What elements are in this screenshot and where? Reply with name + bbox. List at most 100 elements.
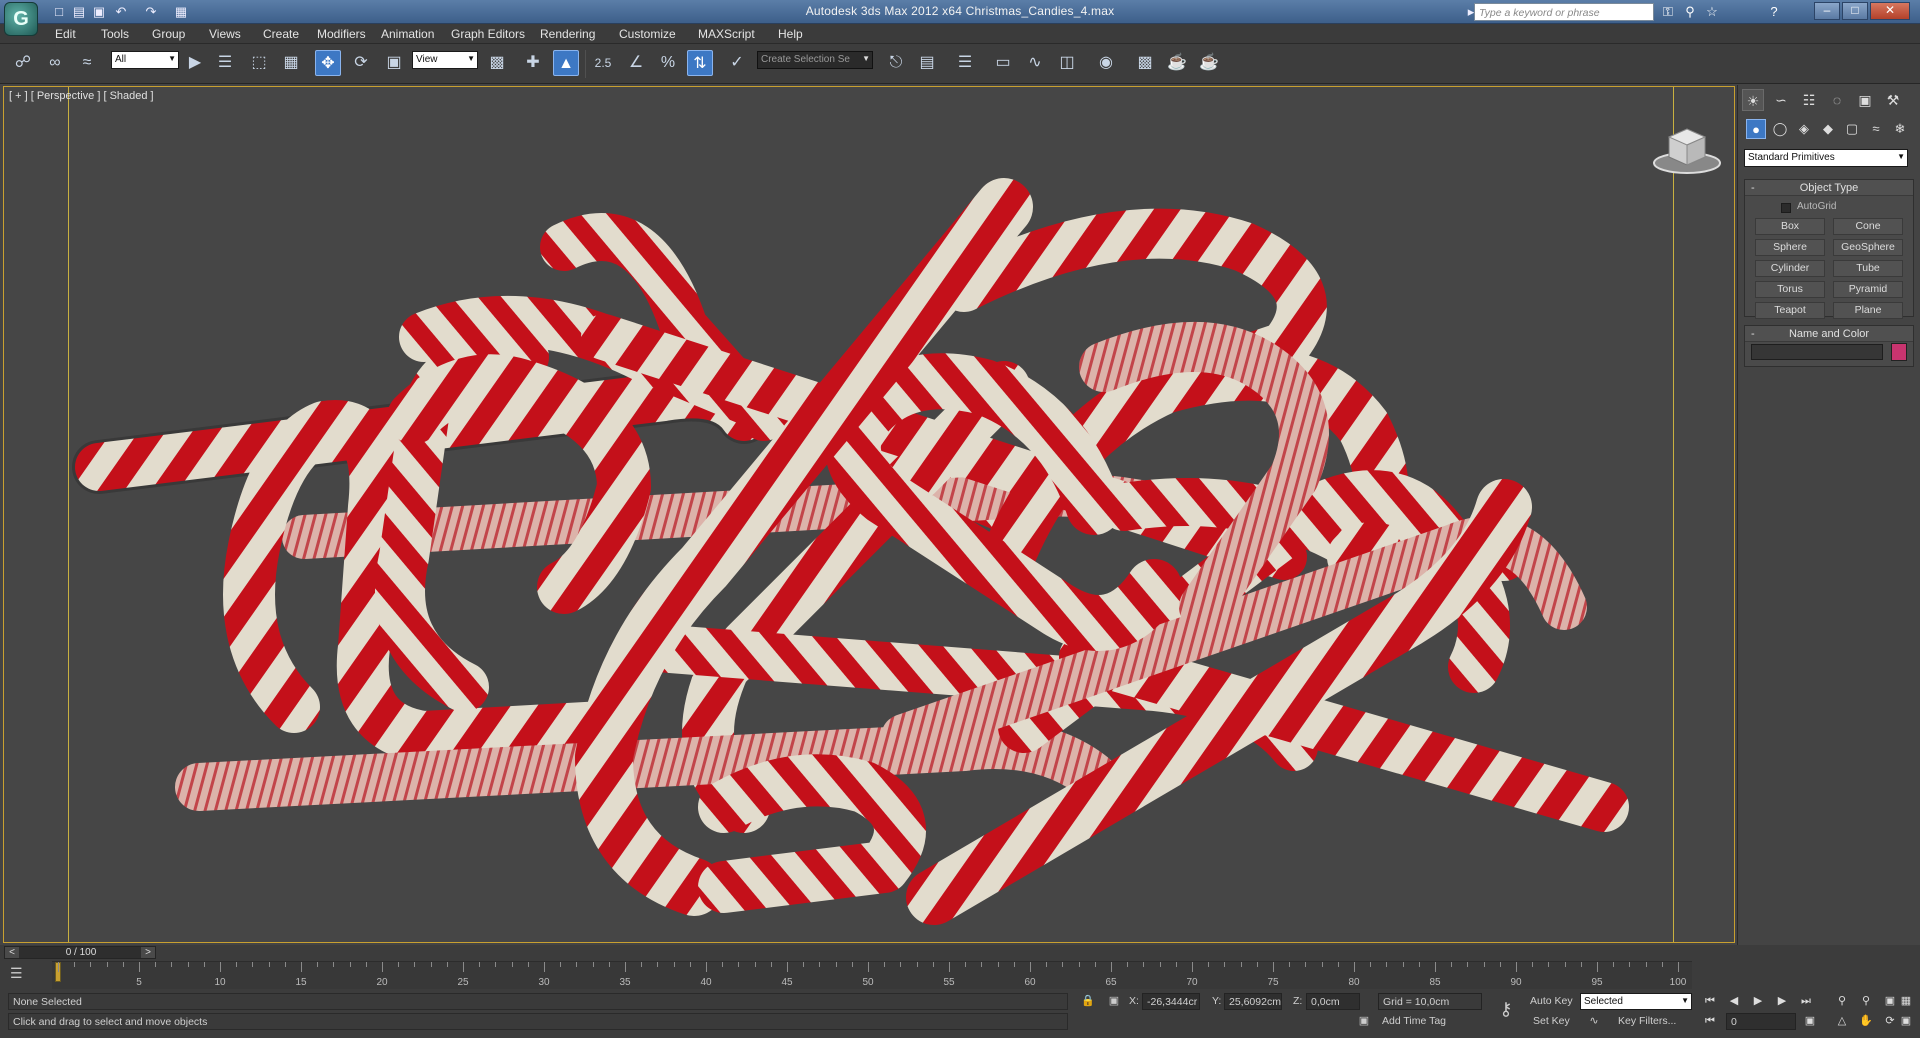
y-coordinate-field[interactable]: 25,6092cm [1224,993,1282,1010]
go-to-start-icon[interactable]: ⏮ [1700,993,1720,1010]
align-icon[interactable]: ▤ [914,50,940,76]
graphite-ribbon-icon[interactable]: ▭ [990,50,1016,76]
menu-customize[interactable]: Customize [619,27,676,41]
select-and-move-icon[interactable]: ✥ [315,50,341,76]
teapot-button[interactable]: Teapot [1755,302,1825,319]
viewport-label[interactable]: [ + ] [ Perspective ] [ Shaded ] [9,90,154,102]
shapes-icon[interactable]: ◯ [1770,119,1790,139]
box-button[interactable]: Box [1755,218,1825,235]
menu-edit[interactable]: Edit [55,27,76,41]
help-icon[interactable]: ? [1764,3,1784,21]
key-mode-dropdown[interactable]: Selected ▼ [1580,993,1692,1010]
edit-named-selection-icon[interactable]: ✓ [724,50,750,76]
set-key-icon[interactable]: ⚷ [1494,1000,1518,1018]
close-button[interactable]: ✕ [1870,2,1910,20]
object-color-swatch[interactable] [1891,343,1907,361]
menu-rendering[interactable]: Rendering [540,27,595,41]
time-slider-next-icon[interactable]: > [141,947,155,958]
geosphere-button[interactable]: GeoSphere [1833,239,1903,256]
unlink-icon[interactable]: ∞ [42,50,68,76]
angle-snap-icon[interactable]: ∠ [623,50,649,76]
percent-snap-icon[interactable]: % [655,50,681,76]
communication-center-icon[interactable]: ⚲ [1680,3,1700,21]
x-coordinate-field[interactable]: -26,3444cr [1142,993,1200,1010]
time-slider[interactable]: < 0 / 100 > [4,946,156,959]
object-type-header[interactable]: - Object Type [1745,180,1913,196]
modify-tab-icon[interactable]: ∽ [1770,89,1792,111]
menu-help[interactable]: Help [778,27,803,41]
rectangular-selection-icon[interactable]: ⬚ [246,50,272,76]
motion-tab-icon[interactable]: ◌ [1826,89,1848,111]
mini-curve-editor-icon[interactable]: ☰ [10,965,36,985]
layer-manager-icon[interactable]: ☰ [952,50,978,76]
search-input[interactable]: Type a keyword or phrase [1474,3,1654,21]
favorites-icon[interactable]: ☆ [1702,3,1722,21]
cameras-icon[interactable]: ◆ [1818,119,1838,139]
zoom-extents-all-icon[interactable]: ▦ [1896,993,1916,1010]
mirror-icon[interactable]: ⎋ [883,50,909,76]
app-logo[interactable]: G [4,2,38,36]
category-dropdown[interactable]: Standard Primitives ▼ [1744,149,1908,167]
play-icon[interactable]: ▶ [1748,993,1768,1010]
auto-key-button[interactable]: Auto Key [1530,995,1573,1007]
menu-create[interactable]: Create [263,27,299,41]
viewcube-icon[interactable] [1649,119,1725,179]
selection-filter-dropdown[interactable]: All ▼ [111,51,179,69]
lock-icon[interactable]: 🔒 [1080,993,1096,1009]
menu-graph-editors[interactable]: Graph Editors [451,27,525,41]
absolute-mode-icon[interactable]: ▣ [1106,993,1122,1009]
add-time-tag[interactable]: Add Time Tag [1382,1015,1446,1027]
menu-group[interactable]: Group [152,27,185,41]
window-crossing-icon[interactable]: ▦ [278,50,304,76]
select-by-name-icon[interactable]: ☰ [212,50,238,76]
pivot-center-icon[interactable]: ▩ [484,50,510,76]
autogrid-checkbox[interactable] [1781,203,1791,213]
pan-view-icon[interactable]: ✋ [1856,1013,1876,1030]
zoom-all-icon[interactable]: ⚲ [1856,993,1876,1010]
spinner-snap-icon[interactable]: ⇅ [687,50,713,76]
perspective-viewport[interactable]: [ + ] [ Perspective ] [ Shaded ] [3,86,1735,943]
select-and-rotate-icon[interactable]: ⟳ [348,50,374,76]
time-tag-icon[interactable]: ▣ [1356,1013,1372,1029]
link-icon[interactable]: ☍ [10,50,36,76]
cone-button[interactable]: Cone [1833,218,1903,235]
display-tab-icon[interactable]: ▣ [1854,89,1876,111]
tube-button[interactable]: Tube [1833,260,1903,277]
helpers-icon[interactable]: ▢ [1842,119,1862,139]
menu-views[interactable]: Views [209,27,241,41]
reference-coordinate-dropdown[interactable]: View ▼ [412,51,478,69]
torus-button[interactable]: Torus [1755,281,1825,298]
bind-space-warp-icon[interactable]: ≈ [74,50,100,76]
field-of-view-icon[interactable]: △ [1832,1013,1852,1030]
next-frame-icon[interactable]: ▶ [1772,993,1792,1010]
pyramid-button[interactable]: Pyramid [1833,281,1903,298]
go-to-end-icon[interactable]: ⏭ [1796,993,1816,1010]
space-warps-icon[interactable]: ≈ [1866,119,1886,139]
named-selection-dropdown[interactable]: Create Selection Se ▼ [757,51,873,69]
time-configuration-icon[interactable]: ▣ [1800,1013,1820,1030]
name-color-header[interactable]: - Name and Color [1745,326,1913,342]
candy-canes-scene[interactable] [4,87,1734,942]
snaps-toggle-icon[interactable]: 2.5 [590,50,616,76]
track-bar[interactable]: 5 10 15 20 25 30 35 40 45 50 55 60 65 70 75 80 85 90 95 100 [52,961,1692,989]
select-and-scale-icon[interactable]: ▣ [381,50,407,76]
plane-button[interactable]: Plane [1833,302,1903,319]
select-object-icon[interactable]: ▶ [182,50,208,76]
object-name-field[interactable] [1751,344,1883,360]
utilities-tab-icon[interactable]: ⚒ [1882,89,1904,111]
previous-frame-icon[interactable]: ◀ [1724,993,1744,1010]
set-key-button[interactable]: Set Key [1533,1015,1570,1027]
key-curve-icon[interactable]: ∿ [1586,1013,1602,1029]
select-manipulate-icon[interactable]: ✚ [520,50,546,76]
menu-modifiers[interactable]: Modifiers [317,27,366,41]
render-setup-icon[interactable]: ▩ [1132,50,1158,76]
geometry-icon[interactable]: ● [1746,119,1766,139]
binoculars-icon[interactable]: ⚿ [1658,3,1678,21]
sphere-button[interactable]: Sphere [1755,239,1825,256]
zoom-icon[interactable]: ⚲ [1832,993,1852,1010]
rendered-frame-window-icon[interactable]: ☕ [1164,50,1190,76]
key-filters-button[interactable]: Key Filters... [1618,1015,1676,1027]
render-production-icon[interactable]: ☕ [1196,50,1222,76]
minimize-button[interactable]: – [1814,2,1840,20]
menu-maxscript[interactable]: MAXScript [698,27,755,41]
